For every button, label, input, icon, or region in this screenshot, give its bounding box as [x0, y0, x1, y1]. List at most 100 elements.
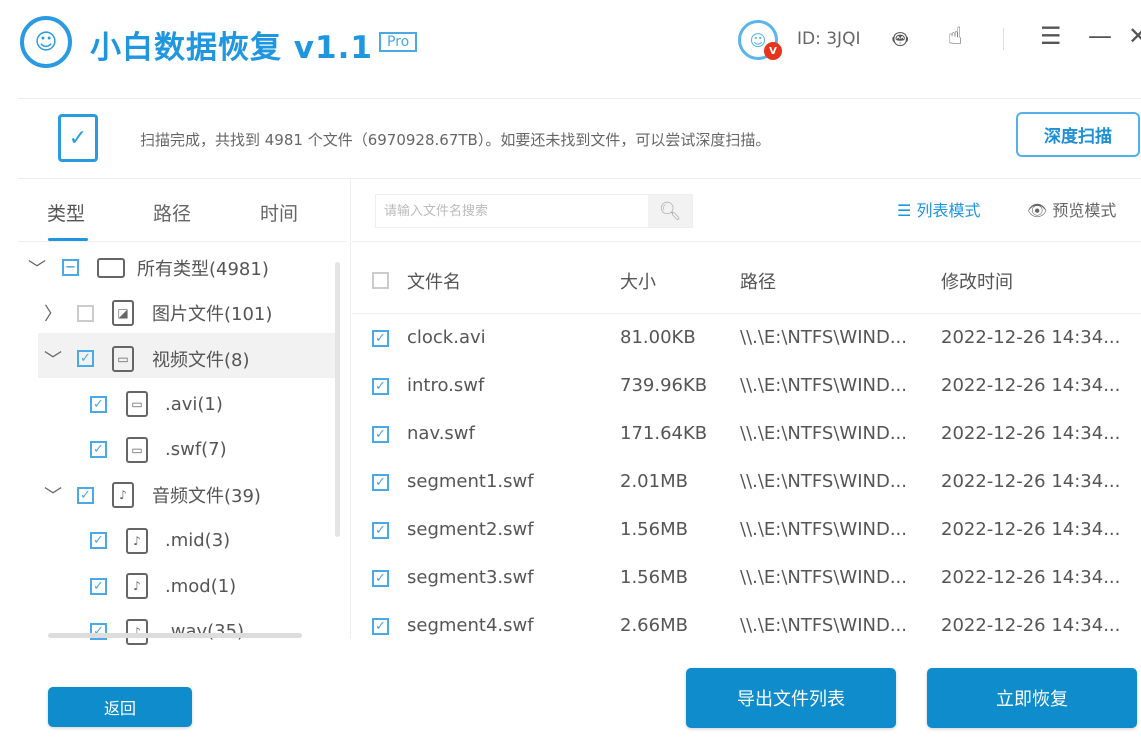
- tab-time[interactable]: 时间: [260, 199, 298, 226]
- tree-item-label: 视频文件(8): [152, 349, 250, 371]
- row-checkbox[interactable]: ✓: [372, 618, 389, 635]
- checkbox[interactable]: ✓: [77, 486, 94, 504]
- file-name: segment4.swf: [407, 615, 534, 636]
- column-header-size[interactable]: 大小: [620, 268, 656, 294]
- video-file-icon: ▭: [126, 391, 148, 417]
- audio-file-icon: ♪: [126, 527, 148, 554]
- file-size: 2.01MB: [620, 471, 688, 492]
- tab-path[interactable]: 路径: [153, 199, 191, 226]
- checkbox[interactable]: [77, 304, 94, 322]
- row-checkbox[interactable]: ✓: [372, 570, 389, 587]
- robot-icon[interactable]: 🤖︎: [893, 22, 907, 57]
- image-file-icon: ◪: [112, 300, 134, 326]
- search-input[interactable]: [376, 195, 648, 227]
- tree-item-label: .wav(35): [165, 621, 245, 642]
- table-row[interactable]: ✓ segment3.swf 1.56MB \\.\E:\NTFS\WIND..…: [352, 555, 1141, 603]
- tree-item-label: .mod(1): [165, 575, 237, 597]
- table-row[interactable]: ✓ segment4.swf 2.66MB \\.\E:\NTFS\WIND..…: [352, 603, 1141, 651]
- close-icon[interactable]: ✕: [1128, 22, 1141, 50]
- checkbox[interactable]: ✓: [90, 395, 107, 413]
- file-path: \\.\E:\NTFS\WIND...: [740, 567, 908, 588]
- file-name: segment1.swf: [407, 471, 534, 492]
- file-size: 1.56MB: [620, 519, 688, 540]
- file-path: \\.\E:\NTFS\WIND...: [740, 519, 908, 540]
- chevron-down-icon[interactable]: ﹀: [44, 482, 62, 508]
- table-row[interactable]: ✓ nav.swf 171.64KB \\.\E:\NTFS\WIND... 2…: [352, 411, 1141, 459]
- export-list-button[interactable]: 导出文件列表: [686, 668, 896, 728]
- column-header-name[interactable]: 文件名: [407, 268, 461, 294]
- audio-file-icon: ♪: [112, 482, 134, 508]
- recover-now-button[interactable]: 立即恢复: [927, 668, 1137, 728]
- file-modified: 2022-12-26 14:34...: [941, 327, 1121, 348]
- tab-type[interactable]: 类型: [47, 199, 85, 226]
- table-row[interactable]: ✓ clock.avi 81.00KB \\.\E:\NTFS\WIND... …: [352, 315, 1141, 363]
- table-row[interactable]: ✓ segment1.swf 2.01MB \\.\E:\NTFS\WIND..…: [352, 459, 1141, 507]
- app-title: 小白数据恢复 v1.1: [90, 30, 373, 66]
- audio-file-icon: ♪: [126, 618, 148, 645]
- tree-item[interactable]: 〉 ◪ 图片文件(101): [0, 291, 335, 336]
- tree-vertical-scrollbar[interactable]: [335, 262, 340, 537]
- file-check-icon: ✓: [58, 114, 98, 162]
- file-name: intro.swf: [407, 375, 485, 396]
- checkbox[interactable]: ✓: [90, 441, 107, 458]
- file-path: \\.\E:\NTFS\WIND...: [740, 423, 908, 444]
- tree-item[interactable]: ﹀ − 所有类型(4981): [0, 245, 335, 290]
- file-modified: 2022-12-26 14:34...: [941, 471, 1121, 492]
- row-checkbox[interactable]: ✓: [372, 330, 389, 347]
- row-checkbox[interactable]: ✓: [372, 426, 389, 443]
- file-name: segment2.swf: [407, 519, 534, 540]
- tree-item[interactable]: ﹀ ✓ ♪ 音频文件(39): [0, 473, 335, 518]
- tree-item[interactable]: ﹀ ✓ ▭ 视频文件(8): [0, 336, 335, 381]
- file-modified: 2022-12-26 14:34...: [941, 567, 1121, 588]
- checkbox[interactable]: ✓: [90, 577, 107, 595]
- file-path: \\.\E:\NTFS\WIND...: [740, 615, 908, 636]
- tree-horizontal-scrollbar[interactable]: [48, 633, 302, 638]
- table-row[interactable]: ✓ segment2.swf 1.56MB \\.\E:\NTFS\WIND..…: [352, 507, 1141, 555]
- deep-scan-button[interactable]: 深度扫描: [1016, 112, 1140, 157]
- vip-badge: V: [764, 42, 782, 60]
- menu-icon[interactable]: ☰: [1040, 22, 1062, 50]
- tree-item-label: .swf(7): [165, 439, 227, 460]
- table-row[interactable]: ✓ intro.swf 739.96KB \\.\E:\NTFS\WIND...…: [352, 363, 1141, 411]
- tree-item-label: 图片文件(101): [152, 304, 273, 325]
- tree-item-label: 音频文件(39): [152, 486, 261, 507]
- minimize-icon[interactable]: —: [1088, 22, 1112, 50]
- column-header-modified[interactable]: 修改时间: [941, 268, 1013, 294]
- file-size: 171.64KB: [620, 423, 708, 444]
- divider: [1003, 28, 1004, 50]
- divider: [18, 98, 1141, 99]
- row-checkbox[interactable]: ✓: [372, 378, 389, 395]
- file-modified: 2022-12-26 14:34...: [941, 615, 1121, 636]
- select-all-checkbox[interactable]: [372, 272, 389, 289]
- file-path: \\.\E:\NTFS\WIND...: [740, 375, 908, 396]
- checkbox[interactable]: ✓: [90, 532, 107, 549]
- divider: [352, 241, 1141, 242]
- search-icon[interactable]: 🔍︎: [648, 195, 692, 227]
- file-name: clock.avi: [407, 327, 486, 348]
- file-modified: 2022-12-26 14:34...: [941, 423, 1121, 444]
- back-button[interactable]: 返回: [48, 687, 192, 727]
- tree-item[interactable]: ✓ ♪ .wav(35): [0, 609, 335, 654]
- preview-mode-button[interactable]: 👁︎ 预览模式: [1027, 197, 1116, 221]
- file-name: segment3.swf: [407, 567, 534, 588]
- chevron-down-icon[interactable]: ﹀: [44, 346, 62, 372]
- user-id: ID: 3JQI: [797, 29, 861, 49]
- checkbox[interactable]: ✓: [77, 350, 94, 367]
- hand-pointer-icon[interactable]: ☝︎: [948, 22, 963, 50]
- chevron-down-icon[interactable]: ﹀: [28, 255, 46, 281]
- row-checkbox[interactable]: ✓: [372, 474, 389, 491]
- chevron-right-icon[interactable]: 〉: [44, 300, 62, 326]
- list-mode-button[interactable]: ☰ 列表模式: [897, 197, 980, 221]
- file-size: 81.00KB: [620, 327, 696, 348]
- tree-item[interactable]: ✓ ♪ .mid(3): [0, 518, 335, 563]
- tree-item-label: 所有类型(4981): [137, 258, 269, 280]
- tree-item[interactable]: ✓ ♪ .mod(1): [0, 564, 335, 609]
- file-name: nav.swf: [407, 423, 475, 444]
- search-box: 🔍︎: [375, 194, 693, 228]
- tree-item[interactable]: ✓ ▭ .avi(1): [0, 382, 335, 427]
- tree-item[interactable]: ✓ ▭ .swf(7): [0, 427, 335, 472]
- column-header-path[interactable]: 路径: [740, 268, 776, 294]
- file-size: 2.66MB: [620, 615, 688, 636]
- row-checkbox[interactable]: ✓: [372, 522, 389, 539]
- checkbox[interactable]: −: [62, 259, 79, 276]
